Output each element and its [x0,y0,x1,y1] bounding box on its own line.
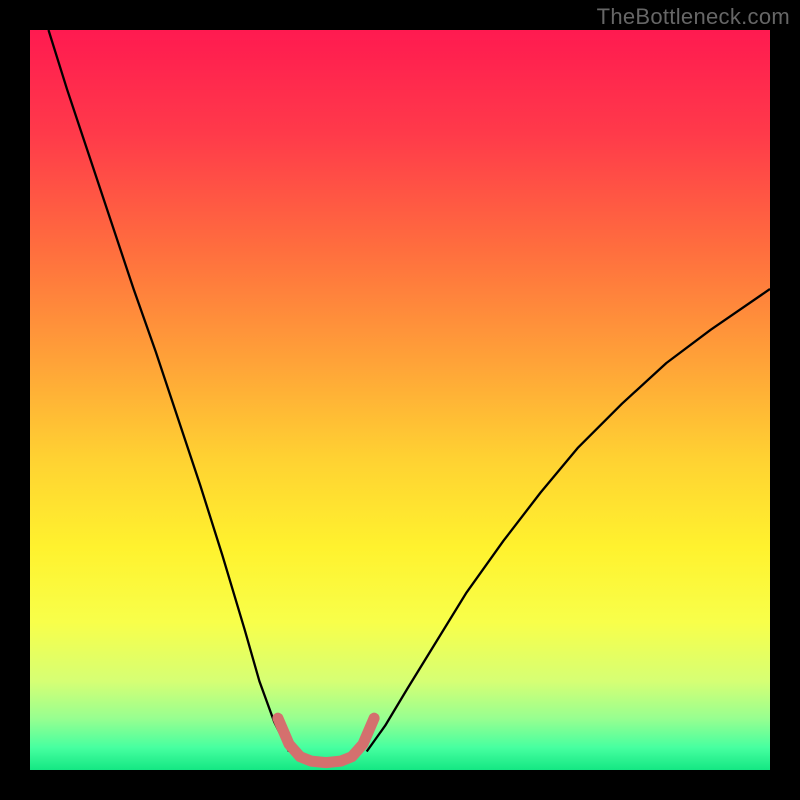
chart-svg [30,30,770,770]
watermark-text: TheBottleneck.com [597,4,790,30]
plot-area [30,30,770,770]
chart-frame: TheBottleneck.com [0,0,800,800]
gradient-background [30,30,770,770]
